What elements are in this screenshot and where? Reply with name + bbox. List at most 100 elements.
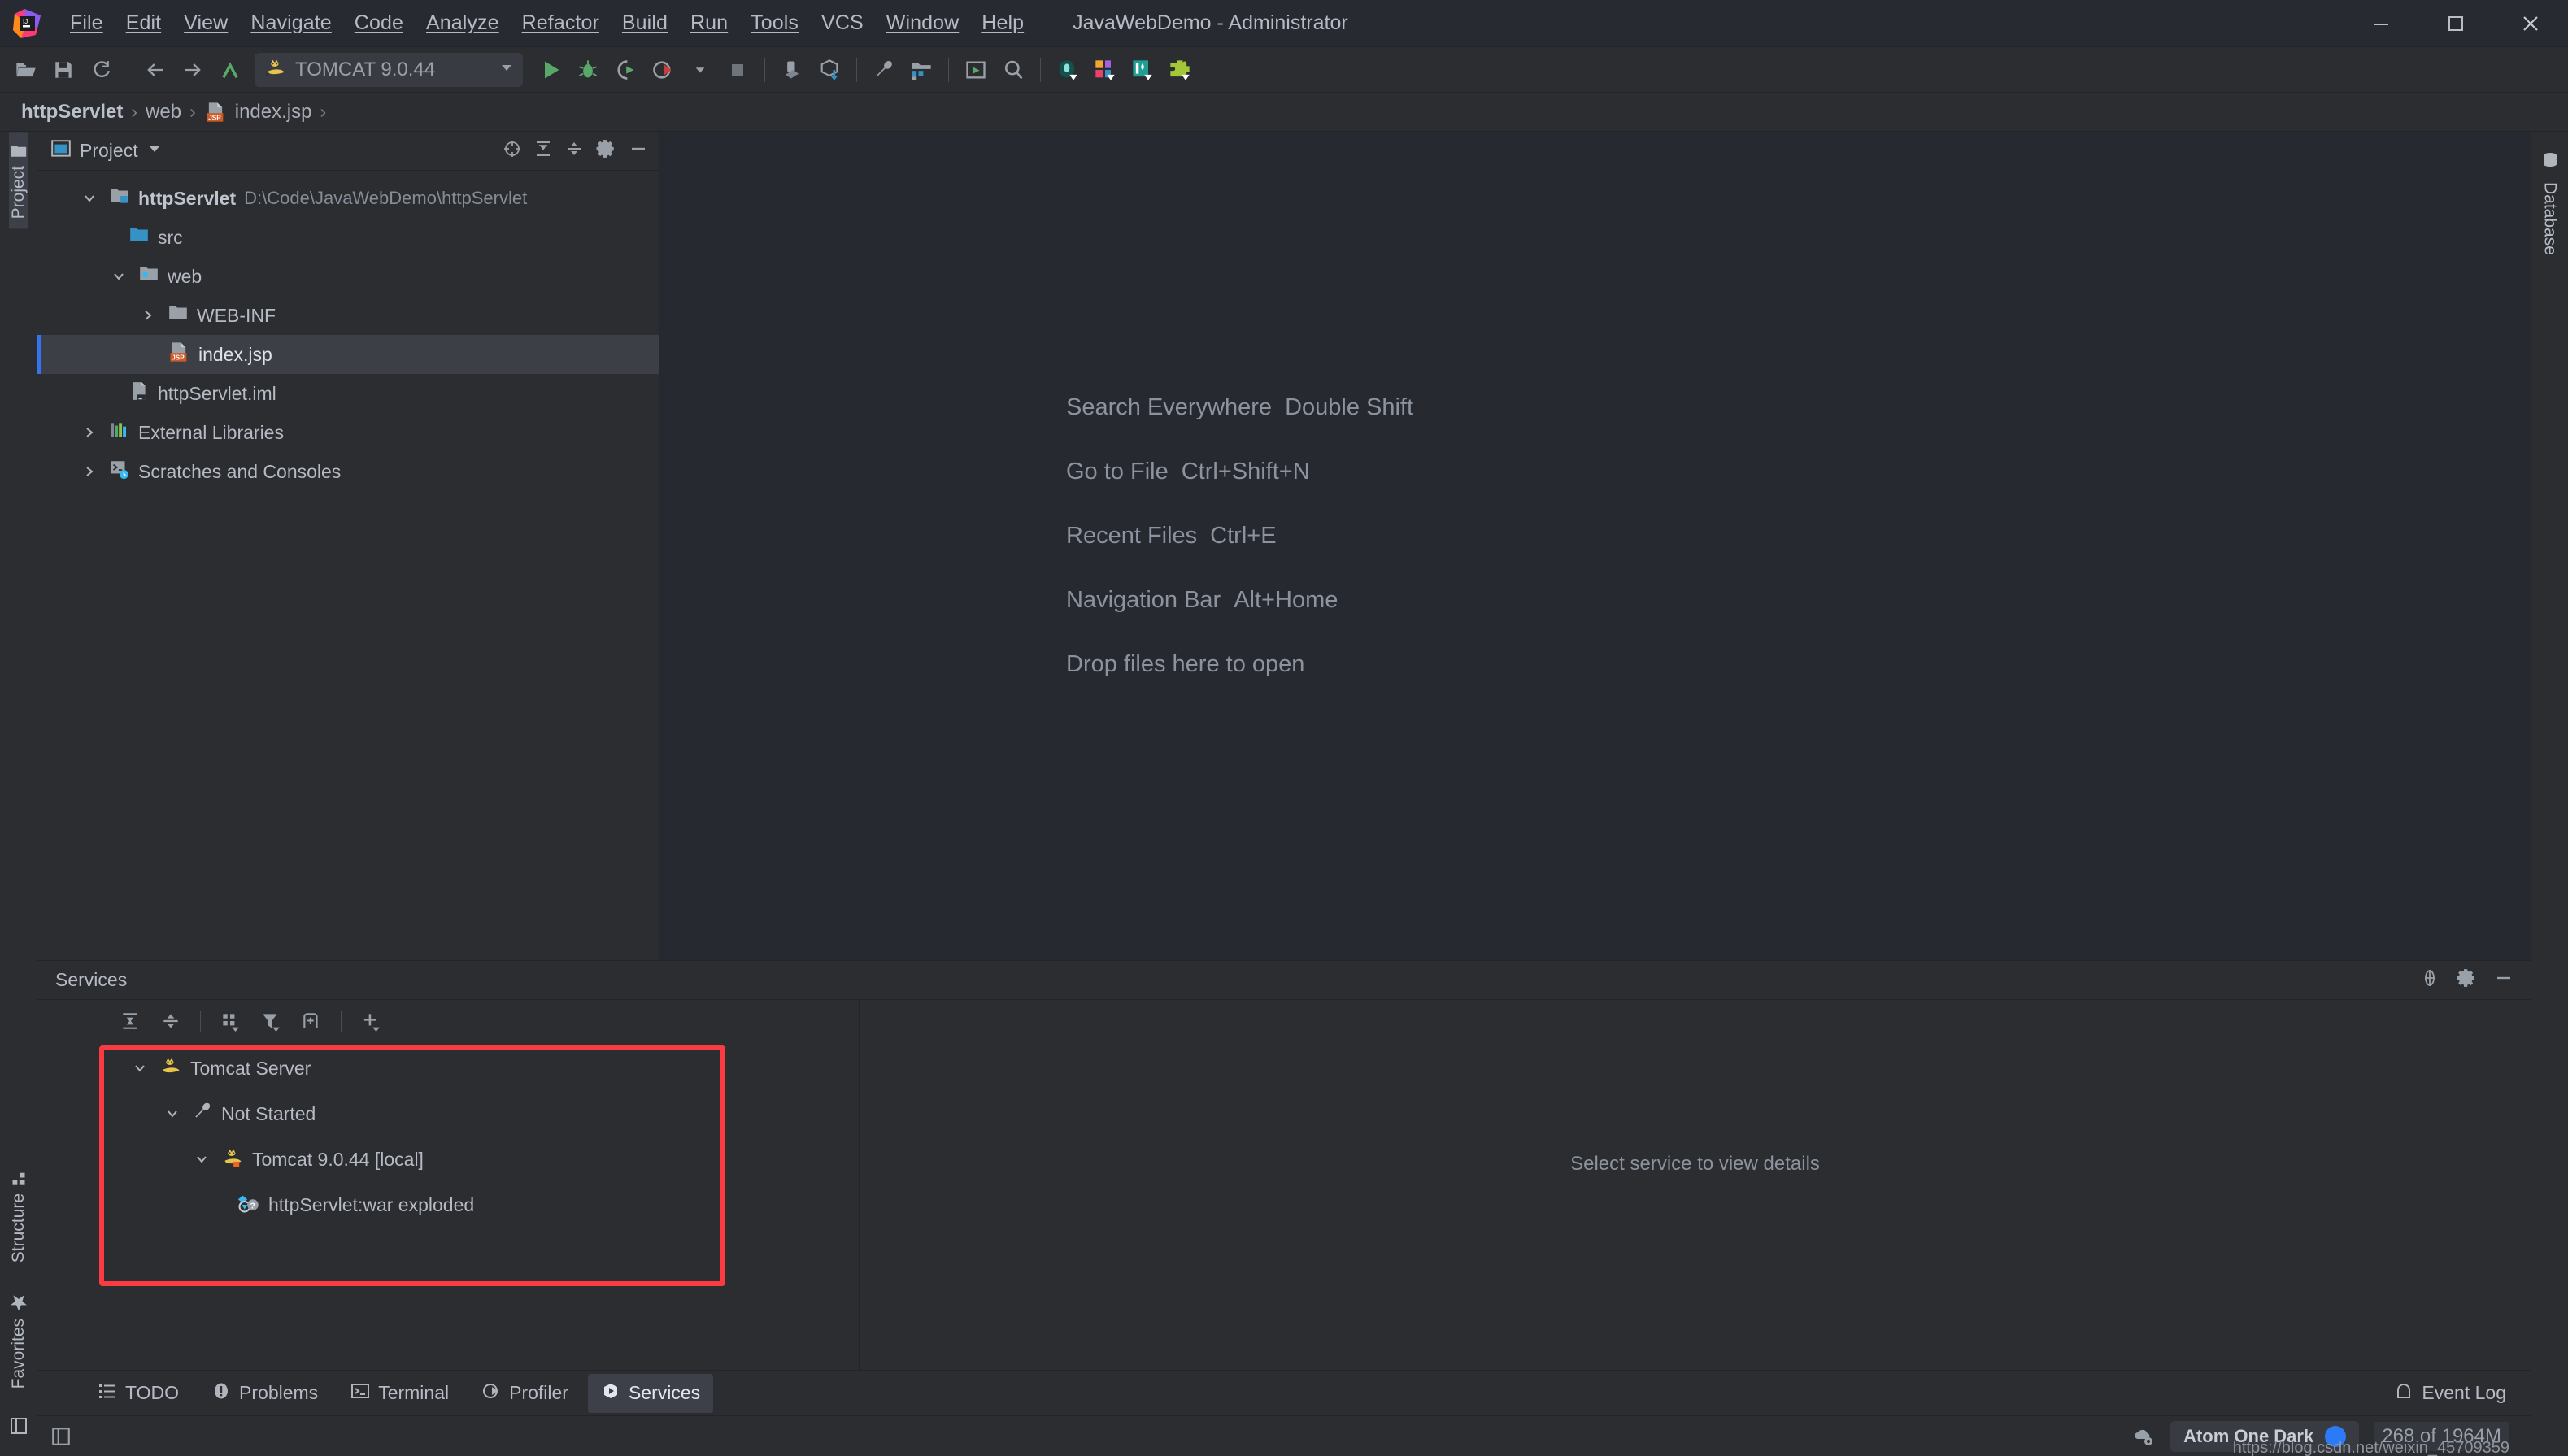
tree-row-scratches[interactable]: Scratches and Consoles: [37, 452, 659, 491]
translation-plugin-icon[interactable]: [1087, 52, 1123, 88]
services-body: Tomcat Server Not Started Tomcat 9.0.44 …: [37, 1000, 2531, 1370]
maximize-icon[interactable]: [2418, 0, 2493, 47]
hide-icon[interactable]: [628, 138, 649, 163]
add-service-icon[interactable]: [353, 1003, 389, 1039]
expand-all-icon[interactable]: [112, 1003, 148, 1039]
service-row-tomcat-local[interactable]: Tomcat 9.0.44 [local]: [37, 1137, 859, 1182]
breadcrumb-item-web[interactable]: web: [146, 101, 181, 124]
collapse-all-icon[interactable]: [564, 139, 584, 163]
arrow-left-icon[interactable]: [137, 52, 173, 88]
tree-row-web[interactable]: web: [37, 257, 659, 296]
chevron-down-icon[interactable]: [498, 59, 515, 80]
run-play-icon[interactable]: [533, 52, 568, 88]
tree-row-indexjsp[interactable]: JSP index.jsp: [37, 335, 659, 374]
import-gradle-icon[interactable]: [812, 52, 847, 88]
tree-row-webinf[interactable]: WEB-INF: [37, 296, 659, 335]
menu-item-run[interactable]: Run: [679, 8, 739, 38]
todo-list-icon: [98, 1381, 117, 1406]
cloud-settings-icon[interactable]: [2131, 1426, 2156, 1447]
close-icon[interactable]: [2493, 0, 2568, 47]
save-icon[interactable]: [46, 52, 81, 88]
menu-item-refactor[interactable]: Refactor: [511, 8, 611, 38]
chevron-down-icon[interactable]: [146, 141, 163, 161]
debug-bug-icon[interactable]: [570, 52, 606, 88]
stop-square-icon[interactable]: [720, 52, 755, 88]
codota-plugin-icon[interactable]: [1050, 52, 1086, 88]
filter-icon[interactable]: [253, 1003, 289, 1039]
bottom-tab-todo[interactable]: TODO: [85, 1374, 192, 1413]
database-plugin-icon[interactable]: [1125, 52, 1160, 88]
stripe-tab-database[interactable]: Database: [2540, 143, 2560, 263]
project-structure-icon[interactable]: [903, 52, 939, 88]
chevron-down-icon[interactable]: [161, 1106, 184, 1121]
menu-item-window[interactable]: Window: [875, 8, 971, 38]
chevron-right-icon[interactable]: [137, 308, 159, 323]
menu-item-code[interactable]: Code: [343, 8, 415, 38]
stripe-tab-structure[interactable]: Structure: [9, 1161, 28, 1272]
bottom-tab-terminal[interactable]: Terminal: [337, 1374, 462, 1413]
tree-row-src[interactable]: src: [37, 218, 659, 257]
project-panel-title: Project: [80, 140, 138, 161]
bottom-tab-profiler[interactable]: Profiler: [468, 1374, 581, 1413]
menu-item-navigate[interactable]: Navigate: [239, 8, 342, 38]
chevron-down-icon[interactable]: [190, 1152, 213, 1167]
scroll-to-source-icon[interactable]: [2420, 968, 2440, 992]
expand-all-icon[interactable]: [533, 139, 553, 163]
scroll-from-source-icon[interactable]: [503, 139, 522, 163]
menu-item-build[interactable]: Build: [611, 8, 679, 38]
bottom-tab-problems[interactable]: Problems: [198, 1374, 331, 1413]
last-edit-location-icon[interactable]: [212, 52, 248, 88]
breadcrumb-item-file[interactable]: index.jsp: [235, 101, 312, 124]
refresh-icon[interactable]: [83, 52, 119, 88]
minimize-icon[interactable]: [2344, 0, 2418, 47]
event-log-button[interactable]: Event Log: [2394, 1381, 2506, 1406]
chevron-down-icon[interactable]: [682, 52, 718, 88]
wrench-settings-icon[interactable]: [866, 52, 902, 88]
hide-icon[interactable]: [2493, 967, 2514, 993]
layout-window-icon[interactable]: [958, 52, 994, 88]
chevron-down-icon[interactable]: [107, 269, 130, 284]
gear-icon[interactable]: [595, 138, 616, 163]
service-label: Tomcat 9.0.44 [local]: [252, 1148, 424, 1170]
menu-item-edit[interactable]: Edit: [115, 8, 172, 38]
profiler-icon[interactable]: [645, 52, 681, 88]
editor-empty-area[interactable]: Search Everywhere Double Shift Go to Fil…: [659, 132, 2531, 960]
menu-item-file[interactable]: File: [59, 8, 115, 38]
chevron-right-icon[interactable]: [78, 425, 101, 440]
menu-item-view[interactable]: View: [172, 8, 239, 38]
tree-row-httpservlet[interactable]: httpServlet D:\Code\JavaWebDemo\httpServ…: [37, 179, 659, 218]
arrow-right-icon[interactable]: [175, 52, 211, 88]
chevron-down-icon[interactable]: [128, 1061, 151, 1076]
service-row-not-started[interactable]: Not Started: [37, 1091, 859, 1137]
menu-item-analyze[interactable]: Analyze: [415, 8, 511, 38]
stripe-tab-favorites[interactable]: Favorites: [9, 1283, 28, 1398]
bottom-tab-services[interactable]: Services: [587, 1373, 714, 1413]
menu-item-help[interactable]: Help: [970, 8, 1035, 38]
run-configuration-selector[interactable]: TOMCAT 9.0.44: [255, 52, 523, 87]
open-folder-icon[interactable]: [8, 52, 44, 88]
tree-row-iml[interactable]: httpServlet.iml: [37, 374, 659, 413]
stripe-label-favorites: Favorites: [8, 1318, 28, 1389]
search-icon[interactable]: [995, 52, 1031, 88]
stripe-tab-project[interactable]: Project: [8, 132, 28, 229]
tree-row-external-libraries[interactable]: External Libraries: [37, 413, 659, 452]
service-row-tomcat-server[interactable]: Tomcat Server: [37, 1045, 859, 1091]
gear-icon[interactable]: [2456, 967, 2477, 993]
chevron-right-icon[interactable]: [78, 464, 101, 479]
group-by-icon[interactable]: [212, 1003, 248, 1039]
service-row-artifact[interactable]: ? httpServlet:war exploded: [37, 1182, 859, 1228]
breadcrumb-item-project[interactable]: httpServlet: [21, 101, 123, 124]
collapse-all-icon[interactable]: [153, 1003, 189, 1039]
puzzle-plugin-icon[interactable]: [1162, 52, 1198, 88]
menu-item-vcs[interactable]: VCS: [810, 8, 875, 38]
run-with-coverage-icon[interactable]: [607, 52, 643, 88]
toolbar-separator: [1040, 57, 1041, 82]
tree-label: httpServlet.iml: [158, 382, 276, 404]
hide-toolwindows-icon[interactable]: [9, 1408, 28, 1448]
show-toolwindow-bars-icon[interactable]: [50, 1426, 72, 1447]
chevron-down-icon[interactable]: [78, 191, 101, 206]
stripe-label-database: Database: [2540, 182, 2560, 255]
update-running-application-icon[interactable]: [774, 52, 810, 88]
add-tab-icon[interactable]: [294, 1003, 329, 1039]
menu-item-tools[interactable]: Tools: [739, 8, 810, 38]
